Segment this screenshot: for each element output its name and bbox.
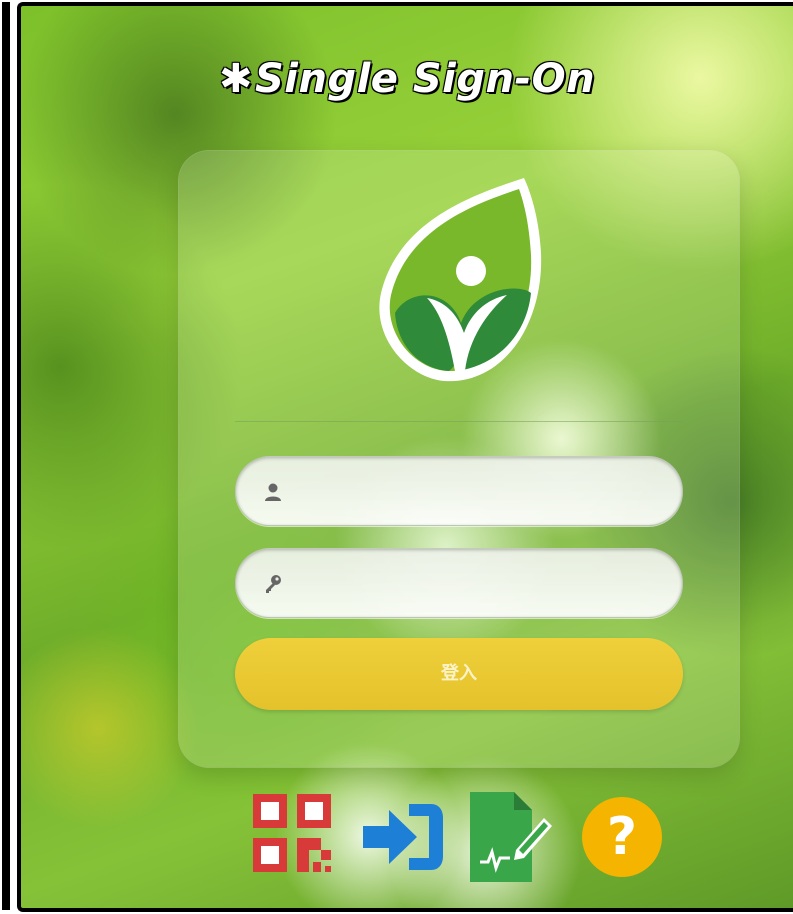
page-title-text: Single Sign-On bbox=[254, 56, 596, 102]
login-card: 登入 bbox=[179, 151, 739, 767]
gear-icon: ✱ bbox=[218, 56, 253, 102]
page-title: ✱Single Sign-On bbox=[21, 56, 793, 102]
password-input[interactable] bbox=[296, 559, 670, 611]
logo-divider bbox=[235, 421, 683, 422]
user-icon bbox=[265, 483, 281, 501]
left-edge-bar bbox=[2, 2, 10, 910]
svg-text:?: ? bbox=[607, 807, 637, 867]
help-question-icon[interactable]: ? bbox=[577, 792, 667, 882]
username-input[interactable] bbox=[296, 467, 670, 519]
sign-in-arrow-icon[interactable] bbox=[359, 792, 449, 882]
qr-code-icon[interactable] bbox=[251, 792, 341, 882]
document-edit-icon[interactable] bbox=[464, 792, 554, 882]
key-icon bbox=[266, 575, 281, 593]
username-field[interactable] bbox=[235, 456, 683, 526]
password-field[interactable] bbox=[235, 548, 683, 618]
leaf-person-logo-icon bbox=[379, 178, 542, 382]
page-frame: ✱Single Sign-On 登入 ? bbox=[0, 0, 793, 914]
quick-actions: ? bbox=[251, 792, 671, 892]
login-button[interactable]: 登入 bbox=[235, 638, 683, 710]
sso-background: ✱Single Sign-On 登入 ? bbox=[17, 2, 793, 912]
